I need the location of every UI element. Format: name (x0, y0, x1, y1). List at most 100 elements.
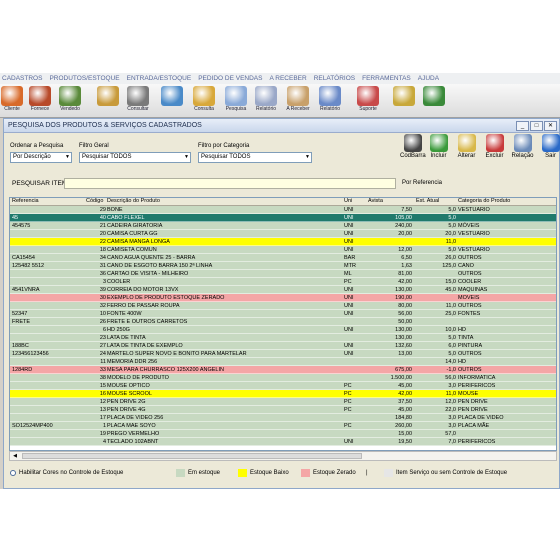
table-row[interactable]: 4 TECLADO 102ABNT UNI 19,50 7,0 PERIFERICOS (10, 438, 556, 446)
column-header[interactable]: Est. Atual (416, 198, 439, 204)
column-header[interactable]: Referencia (12, 198, 39, 204)
horizontal-scrollbar[interactable]: ◀ (9, 451, 557, 461)
table-row[interactable]: FRETE 26 FRETE E OUTROS CARRETOS 50,00 (10, 318, 556, 326)
column-header[interactable]: Uni (344, 198, 352, 204)
toolbar-button[interactable]: Pesquisa (224, 86, 248, 116)
table-row[interactable]: 22 CAMISA MANGA LONGA UNI 11,0 (10, 238, 556, 246)
cell-cod: 16 (99, 391, 106, 397)
table-row[interactable]: 23 LATA DE TINTA 130,00 5,0 TINTA (10, 334, 556, 342)
toolbar-button[interactable]: Suporte (356, 86, 380, 116)
table-row[interactable]: 4541VNRA 39 CORREIA DO MOTOR 13VX UNI 130,00… (10, 286, 556, 294)
cell-cod: 26 (99, 319, 106, 325)
toolbar-button[interactable]: Consulta (192, 86, 216, 116)
search-input[interactable] (64, 178, 396, 189)
category-filter-select[interactable]: Pesquisar TODOS ▼ (198, 152, 312, 163)
chevron-down-icon: ▼ (65, 154, 70, 160)
app-window: CADASTROS PRODUTOS/ESTOQUE ENTRADA/ESTOQUE… (0, 73, 560, 489)
toolbar-button[interactable] (392, 86, 416, 116)
table-row[interactable]: 38 MODELO DE PRODUTO 1.500,00 56,0 INFORMATI… (10, 374, 556, 382)
client-icon (1, 86, 23, 106)
table-row[interactable]: 6 HD 250G UNI 130,00 10,0 HD (10, 326, 556, 334)
table-row[interactable]: 1284RD 33 MESA PARA CHURRASCO 125X200 ANGE… (10, 366, 556, 374)
column-header[interactable]: Código (86, 198, 103, 204)
general-filter-select[interactable]: Pesquisar TODOS ▼ (79, 152, 191, 163)
table-row[interactable]: 16 MOUSE SCROOL PC 42,00 11,0 MOUSE (10, 390, 556, 398)
menu-item[interactable]: CADASTROS (2, 75, 42, 82)
menu-item[interactable]: FERRAMENTAS (362, 75, 411, 82)
action-button[interactable]: Alterar (454, 134, 479, 159)
menu-item[interactable]: RELATÓRIOS (314, 75, 355, 82)
minimize-button[interactable]: _ (516, 121, 529, 131)
table-row[interactable]: 19 PREGO VERMELHO 15,00 57,0 (10, 430, 556, 438)
cell-desc: CANO AGUA QUENTE 25 - BARRA (107, 255, 196, 261)
table-row[interactable]: 52347 10 FONTE 400W UNI 56,00 25,0 FONTES (10, 310, 556, 318)
table-row[interactable]: 11 MEMORIA DDR 256 14,0 HD (10, 358, 556, 366)
cell-cat: OUTROS (458, 255, 482, 261)
menu-item[interactable]: A RECEBER (269, 75, 306, 82)
toolbar-button[interactable]: Vendedo (58, 86, 82, 116)
maximize-button[interactable]: □ (530, 121, 543, 131)
close-button[interactable]: ✕ (544, 121, 557, 131)
table-row[interactable]: 29 BONE UNI 7,50 5,0 VESTUARIO (10, 206, 556, 214)
toolbar-button[interactable] (160, 86, 184, 116)
action-button[interactable]: Incluir (426, 134, 451, 159)
action-button[interactable]: Relação (510, 134, 535, 159)
action-button-label: Excluir (485, 153, 504, 159)
action-button[interactable]: Excluir (482, 134, 507, 159)
action-button[interactable]: CodBarra (400, 134, 426, 159)
table-row[interactable]: 125482 5512 31 CANO DE ESGOTO BARRA 150 2ª… (10, 262, 556, 270)
order-select[interactable]: Por Descrição ▼ (10, 152, 72, 163)
table-row[interactable]: 13 PEN DRIVE 4G PC 45,00 22,0 PEN DRIVE (10, 406, 556, 414)
toolbar-button[interactable]: Consultar (126, 86, 150, 116)
cell-est: 11,0 (445, 239, 456, 245)
cell-desc: CARTAO DE VISITA - MILHEIRO (107, 271, 189, 277)
scroll-thumb[interactable] (22, 453, 362, 459)
zero-stock-label: Estoque Zerado (313, 470, 356, 476)
toolbar-button[interactable]: Relatório (318, 86, 342, 116)
toolbar-button[interactable]: Fornece (28, 86, 52, 116)
table-row[interactable]: 30 EXEMPLO DE PRODUTO ESTOQUE ZERADO UNI 19… (10, 294, 556, 302)
table-row[interactable]: 32 FERRO DE PASSAR ROUPA UNI 80,00 11,0 OUTRO… (10, 302, 556, 310)
menu-item[interactable]: ENTRADA/ESTOQUE (127, 75, 192, 82)
cell-avista: 130,00 (395, 327, 412, 333)
cell-est: 11,0 (445, 303, 456, 309)
table-row[interactable]: 3 COOLER PC 42,00 15,0 COOLER (10, 278, 556, 286)
toolbar-button[interactable] (96, 86, 120, 116)
action-button[interactable]: Sair (538, 134, 560, 159)
table-row[interactable]: 45 40 CABO FLEXEL UNI 105,00 5,0 (10, 214, 556, 222)
cell-uni: UNI (344, 439, 354, 445)
table-row[interactable]: 123456123456 24 MARTELO SUPER NOVO E BONIT… (10, 350, 556, 358)
menu-item[interactable]: PEDIDO DE VENDAS (198, 75, 262, 82)
column-header[interactable]: Avista (368, 198, 383, 204)
table-row[interactable]: CA15454 34 CANO AGUA QUENTE 25 - BARRA BAR 6… (10, 254, 556, 262)
main-toolbar: Cliente Fornece Vendedo Consultar Consulta Pe… (0, 84, 560, 118)
cell-avista: 19,50 (398, 439, 412, 445)
table-row[interactable]: 188BC 27 LATA DE TINTA DE EXEMPLO UNI 132,60… (10, 342, 556, 350)
toolbar-button[interactable] (422, 86, 446, 116)
search-doc-icon (225, 86, 247, 106)
cell-cod: 4 (102, 439, 106, 445)
cell-est: 5,0 (448, 223, 456, 229)
table-row[interactable]: 15 MOUSE OPTICO PC 45,00 3,0 PERIFERICOS (10, 382, 556, 390)
menu-item[interactable]: PRODUTOS/ESTOQUE (49, 75, 119, 82)
table-row[interactable]: 20 CAMISA CURTA GG UNI 20,00 20,0 VESTUARIO (10, 230, 556, 238)
table-row[interactable]: 454575 21 CADEIRA GIRATORIA UNI 240,00 5,0 MÓV… (10, 222, 556, 230)
cell-cod: 1 (102, 423, 106, 429)
toolbar-button[interactable]: A Receber (286, 86, 310, 116)
toolbar-button-label: Consultar (127, 106, 149, 112)
table-row[interactable]: SO12524MP400 1 PLACA MAE SOYO PC 260,00 3,0 PL… (10, 422, 556, 430)
table-row[interactable]: 17 PLACA DE VIDEO 256 184,80 3,0 PLACA DE VI… (10, 414, 556, 422)
menu-item[interactable]: AJUDA (418, 75, 439, 82)
scroll-left-icon[interactable]: ◀ (11, 453, 19, 459)
toolbar-button[interactable]: Cliente (0, 86, 24, 116)
cell-est: 10,0 (445, 327, 456, 333)
column-header[interactable]: Descrição do Produto (107, 198, 160, 204)
cell-uni: PC (344, 399, 352, 405)
toolbar-button[interactable]: Relatório (254, 86, 278, 116)
table-row[interactable]: 36 CARTAO DE VISITA - MILHEIRO ML 81,00 OUTR… (10, 270, 556, 278)
column-header[interactable]: Categoria do Produto (458, 198, 510, 204)
color-toggle-radio[interactable] (10, 470, 16, 476)
table-row[interactable]: 18 CAMISETA COMUN UNI 12,00 5,0 VESTUARIO (10, 246, 556, 254)
cell-est: 5,0 (448, 335, 456, 341)
table-row[interactable]: 12 PEN DRIVE 2G PC 37,50 12,0 PEN DRIVE (10, 398, 556, 406)
